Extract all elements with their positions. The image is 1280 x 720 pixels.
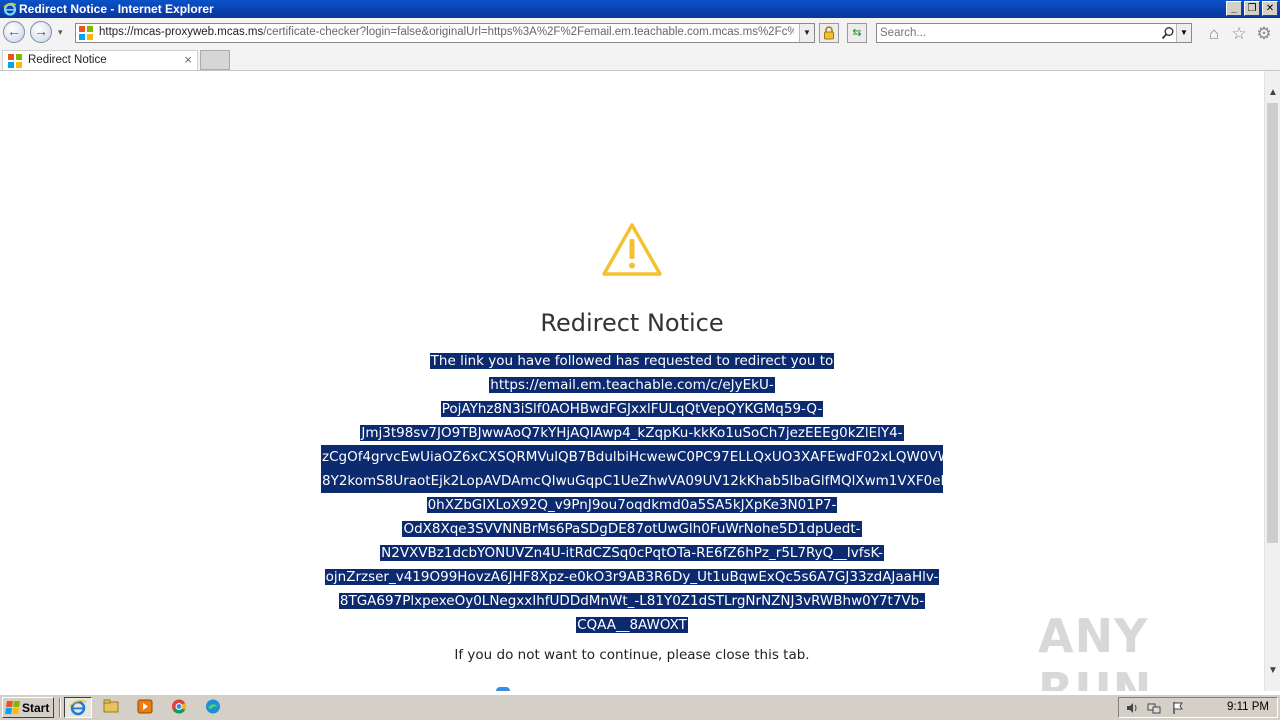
address-url[interactable]: https://mcas-proxyweb.mcas.ms/certificat… [99, 26, 794, 38]
close-button[interactable]: ✕ [1262, 1, 1278, 16]
search-box[interactable]: ▼ [876, 23, 1192, 43]
scroll-up-icon[interactable]: ▲ [1265, 85, 1280, 101]
start-label: Start [22, 701, 50, 715]
search-dropdown-icon[interactable]: ▼ [1176, 24, 1191, 42]
redirect-url-text[interactable]: The link you have followed has requested… [0, 349, 1264, 637]
clock[interactable]: 9:11 PM [1227, 701, 1269, 713]
selected-line: Jmj3t98sv7JO9TBJwwAoQ7kYHjAQIAwp4_kZqpKu… [360, 425, 904, 441]
ie-icon [3, 2, 17, 16]
navigation-bar: ← → ▾ https://mcas-proxyweb.mcas.ms/cert… [0, 18, 1280, 48]
vertical-scrollbar[interactable]: ▲ ▼ [1264, 71, 1280, 691]
ie-icon [69, 699, 87, 716]
favorites-star-icon[interactable]: ☆ [1230, 25, 1248, 43]
loading-indicator [496, 687, 510, 691]
selected-line: OdX8Xqe3SVVNNBrMs6PaSDgDE87otUwGlh0FuWrN… [402, 521, 862, 537]
system-tray: 9:11 PM [1118, 697, 1278, 718]
window-title: Redirect Notice - Internet Explorer [19, 2, 214, 16]
taskbar: Start 9:11 PM [0, 694, 1280, 720]
search-input[interactable] [880, 25, 1150, 41]
new-tab-button[interactable] [200, 50, 230, 70]
folder-icon [103, 699, 119, 713]
start-button[interactable]: Start [2, 697, 54, 718]
refresh-icon: ⇆ [852, 27, 862, 39]
warning-icon [602, 223, 662, 276]
lock-icon [824, 26, 834, 40]
search-icon[interactable] [1161, 26, 1175, 40]
forward-button[interactable]: → [30, 21, 52, 43]
history-dropdown-icon[interactable]: ▾ [58, 27, 68, 37]
selected-line: ojnZrzser_v419O99HovzA6JHF8Xpz-e0kO3r9AB… [324, 569, 940, 585]
url-rest: /certificate-checker?login=false&origina… [263, 26, 794, 38]
url-host: mcas.ms [217, 26, 264, 38]
window-titlebar: Redirect Notice - Internet Explorer _ ❐ … [0, 0, 1280, 18]
restore-button[interactable]: ❐ [1244, 1, 1260, 16]
window-controls: _ ❐ ✕ [1226, 1, 1278, 17]
taskbar-explorer-button[interactable] [98, 697, 126, 718]
address-bar[interactable]: https://mcas-proxyweb.mcas.ms/certificat… [75, 23, 815, 43]
refresh-button[interactable]: ⇆ [847, 23, 867, 43]
selected-line: https://email.em.teachable.com/c/eJyEkU- [489, 377, 775, 393]
selected-line: zCgOf4grvcEwUiaOZ6xCXSQRMVulQB7BdulbiHcw… [0, 445, 1264, 469]
page-viewport: Redirect Notice The link you have follow… [0, 71, 1264, 691]
gear-icon[interactable]: ⚙ [1255, 25, 1273, 43]
chrome-icon [172, 699, 186, 714]
taskbar-chrome-button[interactable] [166, 697, 194, 718]
scroll-down-icon[interactable]: ▼ [1265, 663, 1280, 679]
selected-line: PojAYhz8N3iSlf0AOHBwdFGJxxlFULqQtVepQYKG… [440, 401, 824, 417]
action-center-flag-icon[interactable] [1171, 701, 1185, 715]
back-button[interactable]: ← [3, 21, 25, 43]
anyrun-watermark: ANY RUN [1038, 609, 1153, 691]
selected-line: The link you have followed has requested… [429, 353, 835, 369]
selected-line: 8Y2komS8UraotEjk2LopAVDAmcQIwuGqpC1UeZhw… [0, 469, 1264, 493]
scroll-thumb[interactable] [1267, 103, 1278, 543]
tab-label: Redirect Notice [28, 54, 107, 66]
address-dropdown-icon[interactable]: ▼ [799, 24, 814, 42]
taskbar-ie-button[interactable] [64, 697, 92, 718]
lock-button[interactable] [819, 23, 839, 43]
site-favicon-icon [79, 26, 93, 40]
minimize-button[interactable]: _ [1226, 1, 1242, 16]
selected-line: 0hXZbGIXLoX92Q_v9PnJ9ou7oqdkmd0a5SA5kJXp… [426, 497, 838, 513]
edge-icon [206, 699, 220, 714]
selected-line: N2VXVBz1dcbYONUVZn4U-itRdCZSq0cPqtOTa-RE… [380, 545, 884, 561]
windows-flag-icon [5, 701, 21, 714]
tab-bar: Redirect Notice × [0, 48, 1280, 71]
url-prefix: https://mcas-proxyweb. [99, 26, 218, 38]
taskbar-separator [59, 698, 61, 717]
media-player-icon [137, 699, 153, 714]
tab-close-icon[interactable]: × [184, 52, 192, 67]
tab-favicon-icon [8, 54, 22, 68]
taskbar-media-button[interactable] [132, 697, 160, 718]
taskbar-edge-button[interactable] [200, 697, 228, 718]
tab-redirect-notice[interactable]: Redirect Notice × [2, 50, 198, 70]
page-title: Redirect Notice [540, 309, 724, 337]
volume-icon[interactable] [1125, 701, 1139, 715]
home-icon[interactable]: ⌂ [1205, 25, 1223, 43]
network-icon[interactable] [1147, 701, 1161, 715]
